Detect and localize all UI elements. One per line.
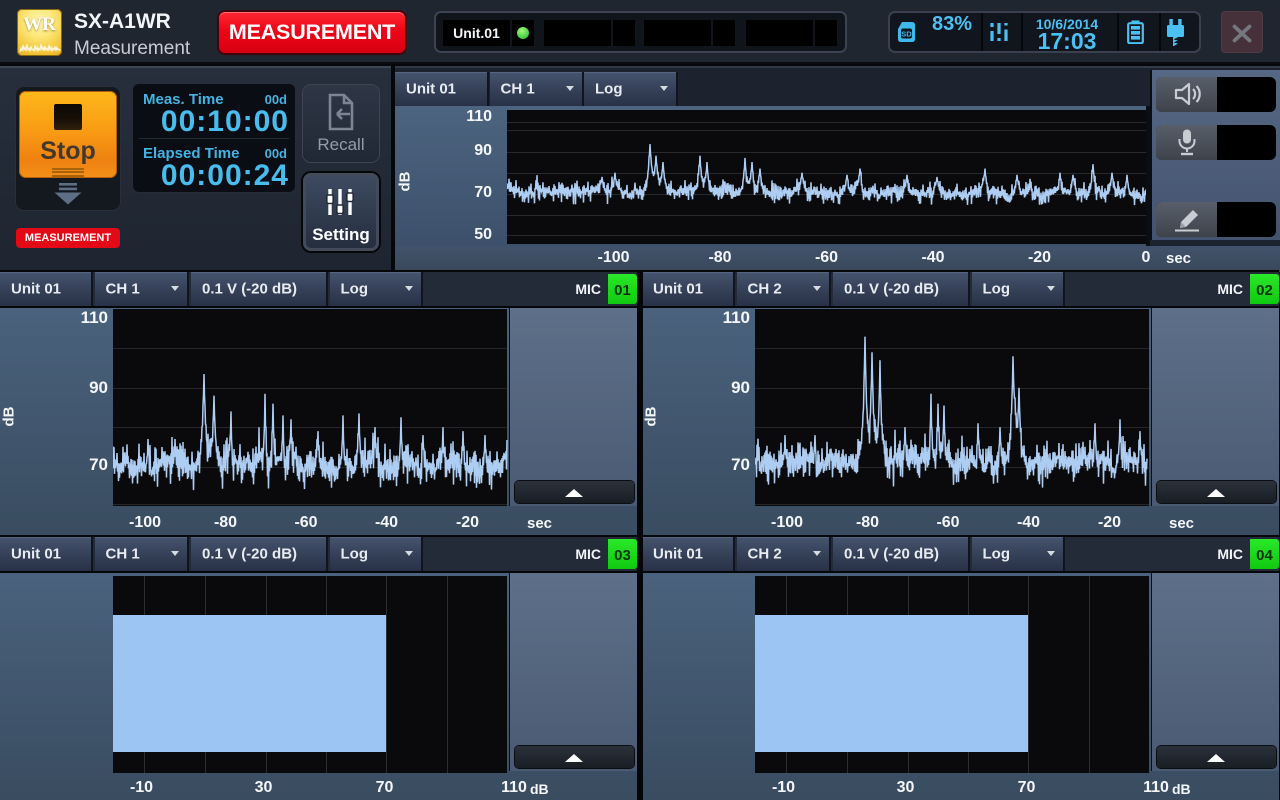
svg-text:SD: SD — [901, 30, 912, 39]
